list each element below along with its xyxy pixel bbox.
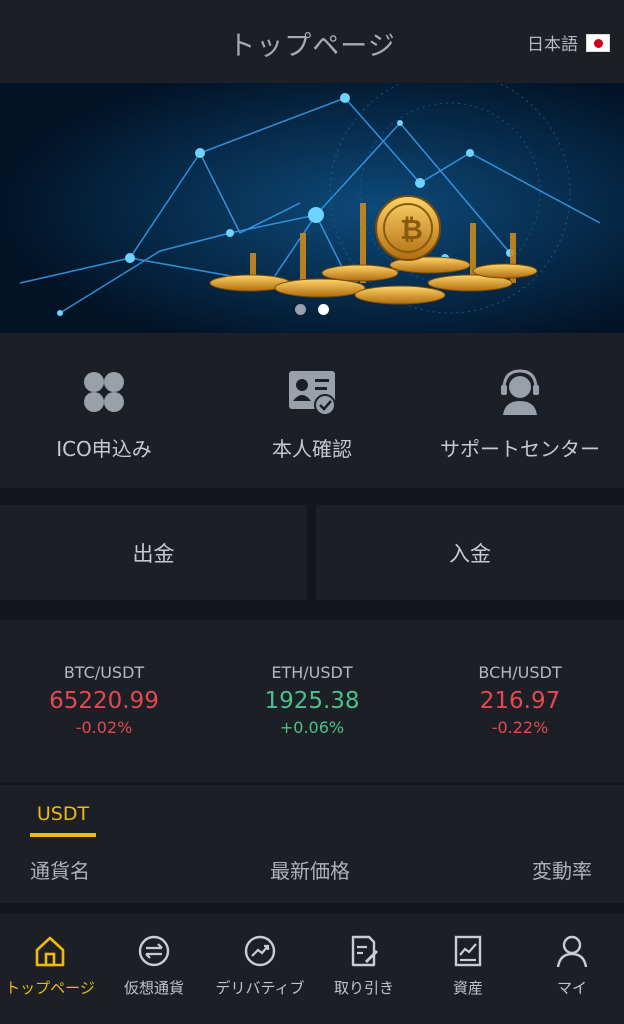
- column-header-name[interactable]: 通貨名: [30, 855, 90, 884]
- asset-chart-icon: [454, 935, 482, 967]
- nav-label-derivatives: デリバティブ: [215, 979, 305, 997]
- language-label: 日本語: [527, 35, 578, 55]
- ticker-price: 216.97: [479, 688, 561, 714]
- document-edit-icon: [351, 935, 379, 967]
- ticker-price: 65220.99: [49, 688, 159, 714]
- support-center-label: サポートセンター: [440, 437, 600, 461]
- banner-pagination: [0, 304, 624, 315]
- bottom-nav: トップページ 仮想通貨 デリバティブ 取り引き 資産 マイ: [0, 914, 624, 1024]
- ticker-pair: BCH/USDT: [478, 663, 562, 682]
- market-section: USDT 通貨名 最新価格 変動率: [0, 785, 624, 903]
- exchange-arrows-icon: [138, 935, 170, 967]
- ticker-pair: BTC/USDT: [63, 663, 145, 682]
- nav-item-trade[interactable]: 取り引き: [312, 914, 416, 1024]
- pagination-dot[interactable]: [295, 304, 306, 315]
- user-icon: [556, 935, 588, 968]
- ticker-panel: BTC/USDT 65220.99 -0.02% ETH/USDT 1925.3…: [0, 620, 624, 782]
- deposit-button[interactable]: 入金: [316, 505, 624, 600]
- nav-label-my: マイ: [556, 979, 587, 997]
- ico-apply-label: ICO申込み: [56, 437, 152, 461]
- tab-active-indicator: [30, 833, 96, 837]
- language-selector[interactable]: 日本語: [527, 30, 610, 55]
- nav-item-my[interactable]: マイ: [520, 914, 624, 1024]
- banner-illustration: ₿: [0, 83, 624, 333]
- ticker-change: +0.06%: [279, 718, 345, 737]
- nav-label-trade: 取り引き: [333, 979, 394, 997]
- promo-banner[interactable]: ₿: [0, 83, 624, 333]
- trend-chart-icon: [244, 935, 276, 967]
- nav-label-home: トップページ: [5, 979, 95, 997]
- nav-label-crypto: 仮想通貨: [123, 979, 184, 997]
- app-header: トップページ 日本語: [0, 0, 624, 83]
- identity-verification-button[interactable]: 本人確認: [208, 333, 416, 488]
- ticker-pair: ETH/USDT: [271, 663, 353, 682]
- column-header-change[interactable]: 変動率: [532, 855, 592, 884]
- support-center-button[interactable]: サポートセンター: [416, 333, 624, 488]
- identity-verification-label: 本人確認: [272, 437, 352, 461]
- quick-actions: ICO申込み 本人確認 サポートセンター: [0, 333, 624, 488]
- ticker-bch[interactable]: BCH/USDT 216.97 -0.22%: [416, 663, 624, 737]
- ticker-eth[interactable]: ETH/USDT 1925.38 +0.06%: [208, 663, 416, 737]
- home-icon: [35, 936, 65, 967]
- nav-label-assets: 資産: [452, 979, 483, 997]
- id-card-check-icon: [289, 371, 336, 416]
- ico-apply-button[interactable]: ICO申込み: [0, 333, 208, 488]
- ticker-change: -0.22%: [491, 718, 549, 737]
- ticker-change: -0.02%: [75, 718, 133, 737]
- japan-flag-icon: [586, 33, 610, 52]
- svg-text:₿: ₿: [400, 213, 423, 246]
- tab-usdt[interactable]: USDT: [30, 803, 96, 825]
- ticker-btc[interactable]: BTC/USDT 65220.99 -0.02%: [0, 663, 208, 737]
- pagination-dot-active[interactable]: [318, 304, 329, 315]
- headset-agent-icon: [501, 369, 539, 415]
- clover-icon: [84, 372, 124, 412]
- ticker-price: 1925.38: [264, 688, 360, 714]
- nav-item-crypto[interactable]: 仮想通貨: [100, 914, 208, 1024]
- nav-item-derivatives[interactable]: デリバティブ: [208, 914, 312, 1024]
- nav-item-assets[interactable]: 資産: [416, 914, 520, 1024]
- nav-item-home[interactable]: トップページ: [0, 914, 100, 1024]
- withdraw-button[interactable]: 出金: [0, 505, 307, 600]
- column-header-price[interactable]: 最新価格: [270, 855, 350, 884]
